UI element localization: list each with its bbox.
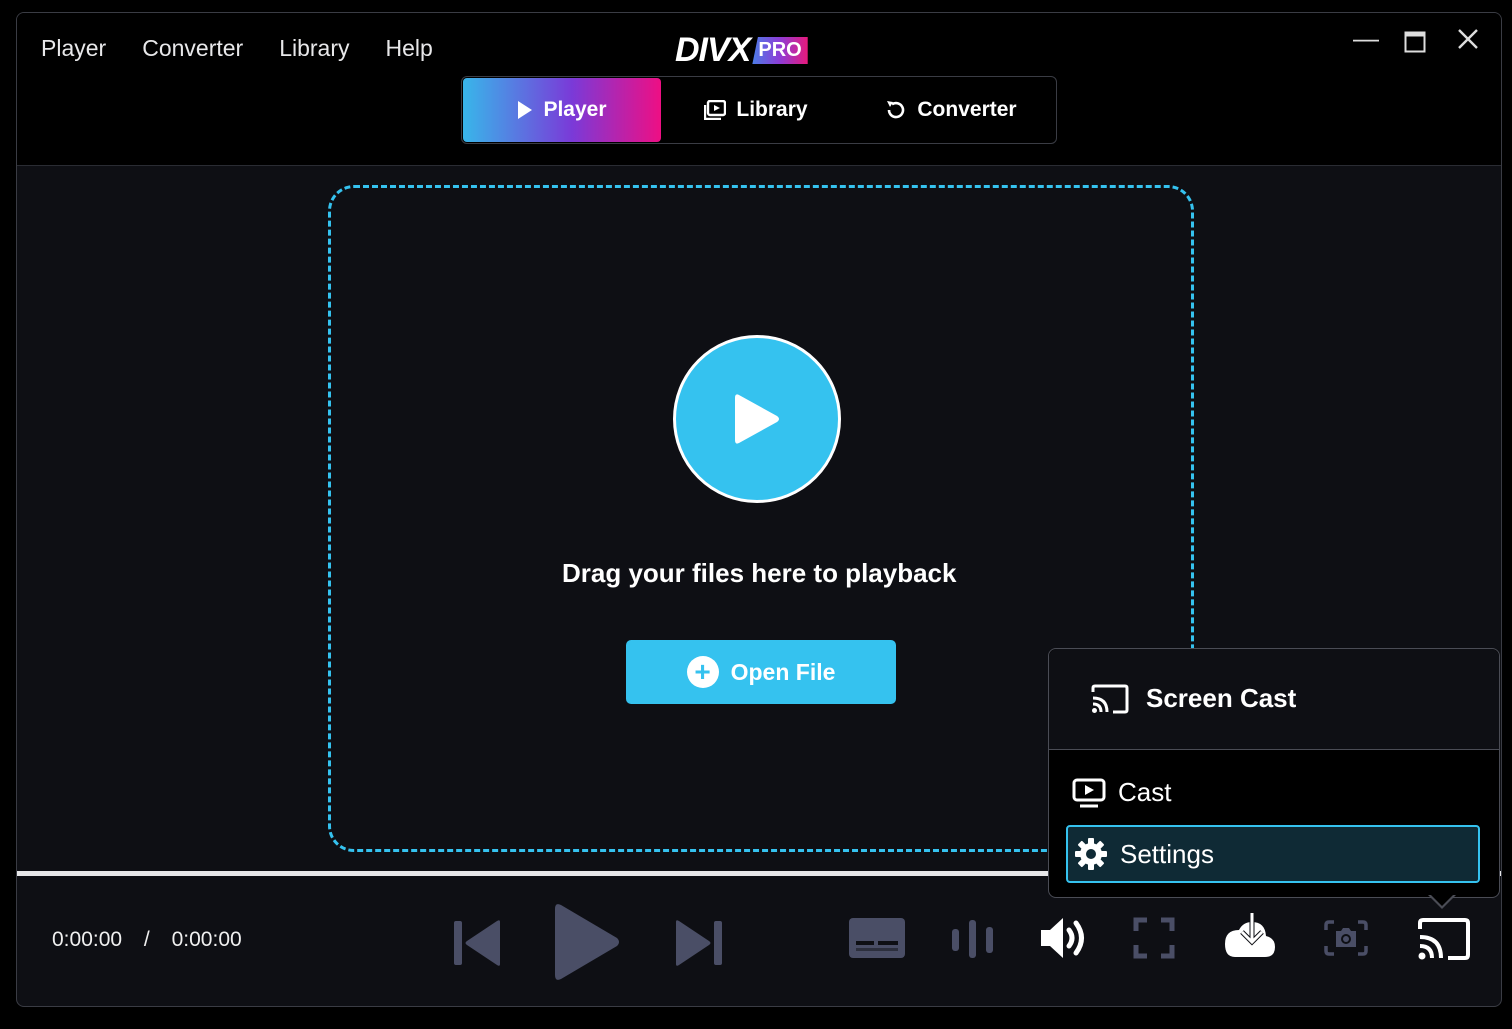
- tv-play-icon: [1072, 778, 1106, 807]
- minimize-icon[interactable]: —: [1353, 23, 1379, 54]
- play-icon: [735, 394, 779, 444]
- audio-track-icon[interactable]: [950, 919, 996, 959]
- tab-converter-label: Converter: [917, 98, 1017, 121]
- divx-logo: DIVX PRO: [675, 31, 808, 70]
- refresh-icon: [887, 101, 905, 119]
- tab-library[interactable]: Library: [661, 78, 851, 142]
- next-icon[interactable]: [672, 918, 724, 968]
- time-display: 0:00:00 / 0:00:00: [52, 928, 242, 952]
- menu-library[interactable]: Library: [279, 35, 349, 62]
- cloud-download-icon[interactable]: [1221, 911, 1277, 961]
- tab-library-label: Library: [736, 98, 808, 121]
- current-time: 0:00:00: [52, 928, 123, 951]
- tab-converter[interactable]: Converter: [851, 78, 1051, 142]
- cast-icon[interactable]: [1417, 917, 1471, 961]
- screen-cast-title: Screen Cast: [1146, 683, 1297, 713]
- subtitles-icon[interactable]: [848, 917, 906, 959]
- gear-icon: [1075, 838, 1107, 870]
- close-icon[interactable]: [1456, 27, 1480, 58]
- play-icon: [518, 101, 533, 119]
- volume-icon[interactable]: [1039, 916, 1089, 960]
- fullscreen-icon[interactable]: [1133, 917, 1175, 959]
- camera-icon[interactable]: [1323, 917, 1369, 959]
- total-time: 0:00:00: [171, 928, 242, 951]
- menu-bar: Player Converter Library Help: [41, 35, 433, 62]
- menu-converter[interactable]: Converter: [142, 35, 243, 62]
- maximize-icon[interactable]: [1404, 29, 1426, 60]
- drop-hint-text: Drag your files here to playback: [562, 558, 957, 588]
- play-icon[interactable]: [553, 901, 621, 983]
- logo-wordmark: DIVX: [675, 31, 751, 69]
- cast-icon: [1091, 684, 1129, 714]
- previous-icon[interactable]: [452, 918, 504, 968]
- mode-tabs: Player Library Converter: [461, 76, 1057, 144]
- open-file-button[interactable]: + Open File: [626, 640, 896, 704]
- tab-player-label: Player: [543, 98, 607, 121]
- cast-menu-item[interactable]: Cast: [1072, 777, 1171, 808]
- time-separator: /: [143, 928, 150, 951]
- screen-cast-header: Screen Cast: [1049, 649, 1499, 750]
- open-file-label: Open File: [730, 658, 836, 685]
- settings-menu-item-label: Settings: [1120, 838, 1214, 869]
- logo-pro-badge: PRO: [752, 37, 808, 64]
- big-play-button[interactable]: [673, 335, 841, 503]
- library-icon: [704, 100, 727, 120]
- plus-circle-icon: +: [686, 656, 719, 688]
- title-bar: Player Converter Library Help DIVX PRO —…: [17, 13, 1501, 166]
- popup-pointer: [1428, 894, 1456, 909]
- settings-menu-item[interactable]: Settings: [1066, 825, 1480, 883]
- screen-cast-menu: Screen Cast Cast Settings: [1048, 648, 1500, 898]
- menu-player[interactable]: Player: [41, 35, 106, 62]
- tab-player[interactable]: Player: [463, 78, 661, 142]
- cast-menu-item-label: Cast: [1118, 777, 1172, 807]
- menu-help[interactable]: Help: [386, 35, 433, 62]
